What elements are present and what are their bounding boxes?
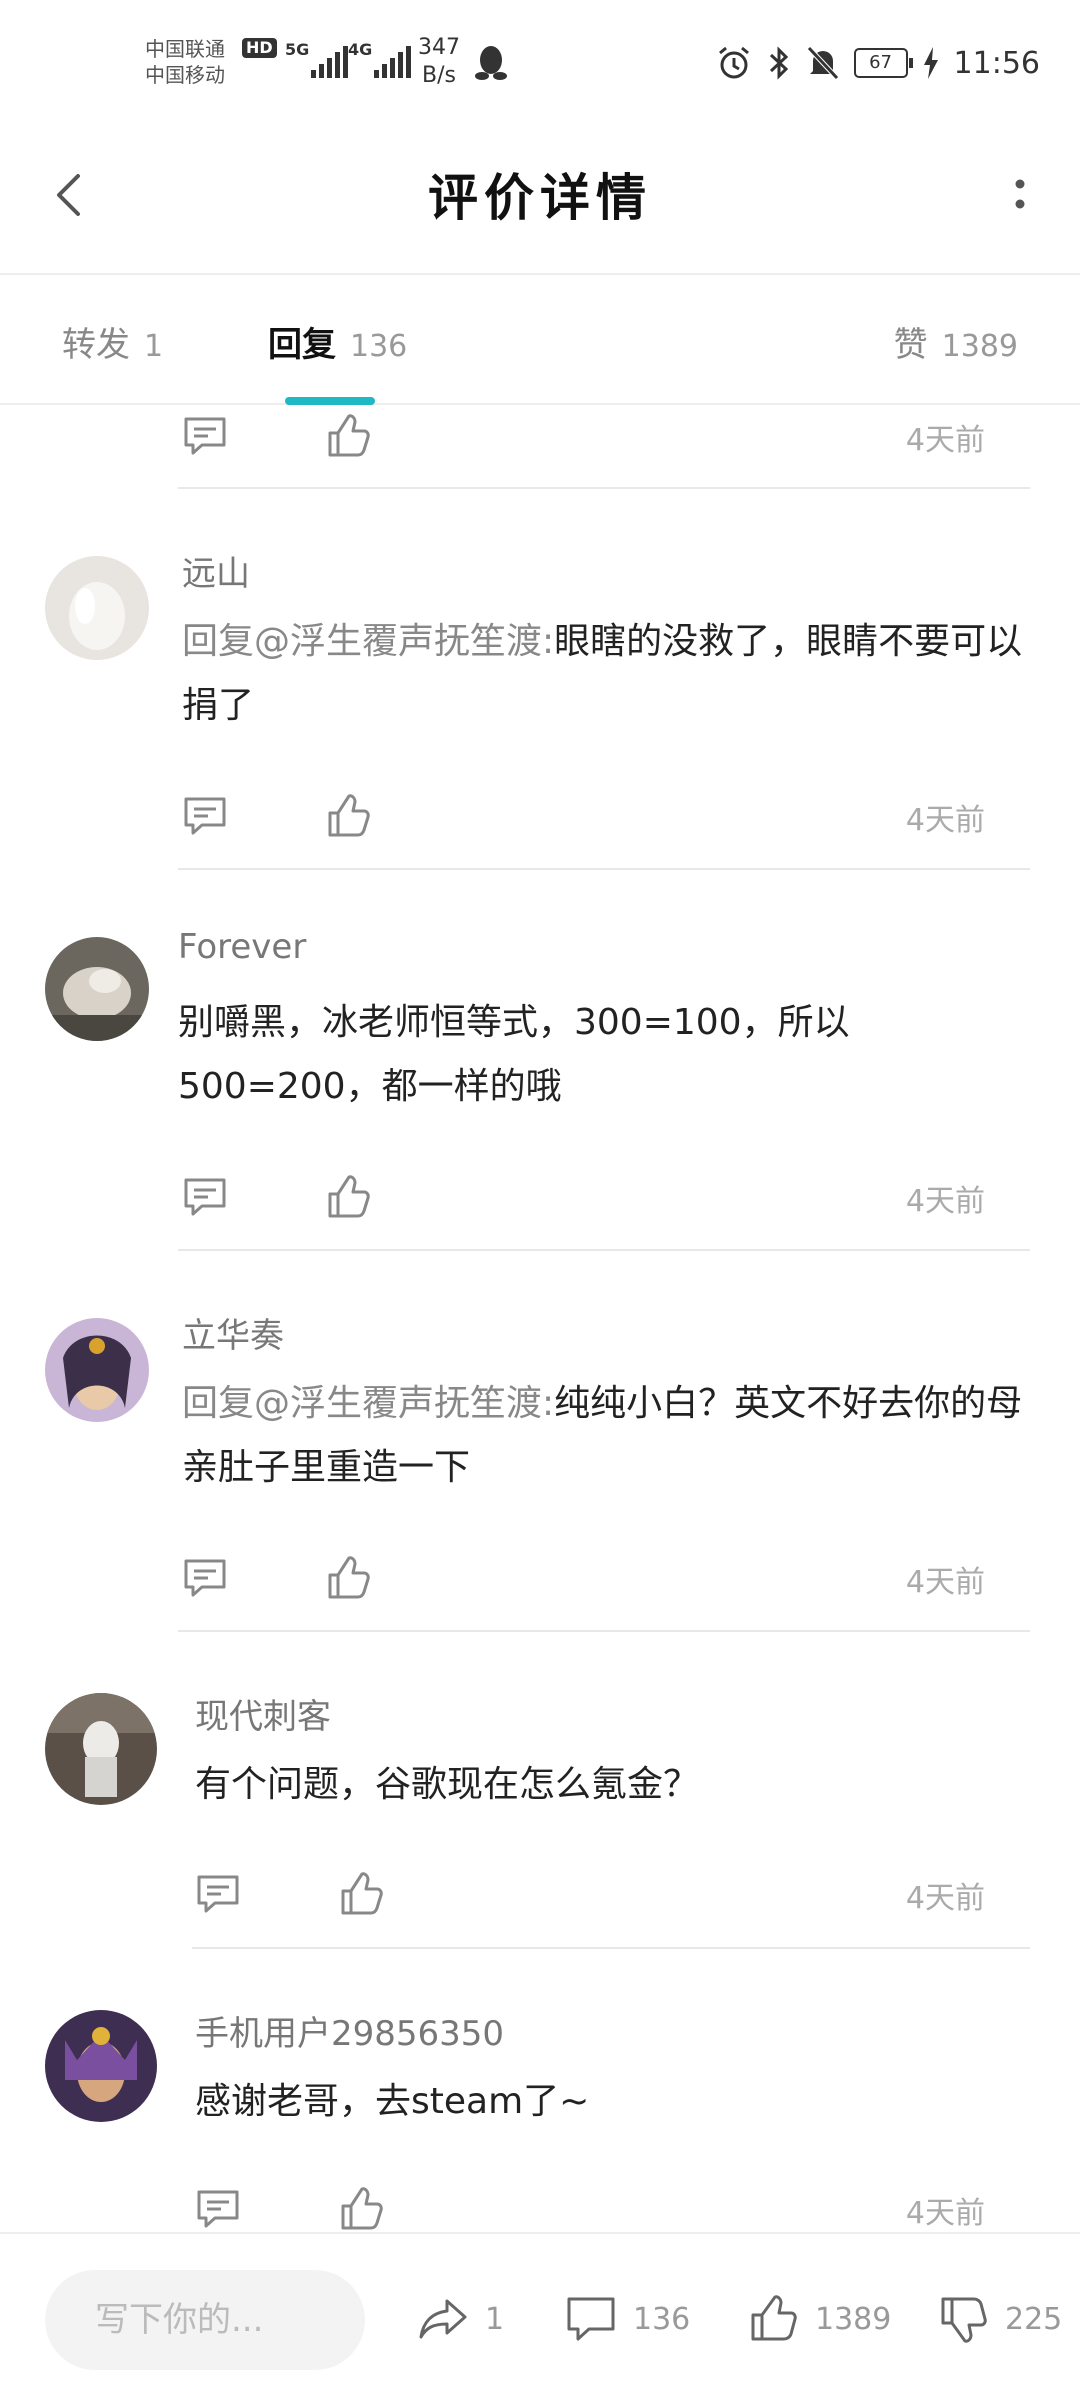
mute-icon (806, 46, 839, 80)
comment-author[interactable]: 远山 (182, 546, 250, 595)
tab-reply-count: 136 (350, 329, 408, 364)
page-title: 评价详情 (428, 169, 652, 227)
comment-body: 有个问题，谷歌现在怎么氪金？ (195, 1764, 700, 1805)
divider (178, 868, 1030, 870)
header: 评价详情 (0, 130, 1080, 275)
more-options-icon[interactable] (990, 160, 1050, 230)
tab-like[interactable]: 赞 1389 (894, 317, 1018, 366)
comment-time: 4天前 (905, 1881, 985, 1916)
carrier-info: 中国联通 中国移动 (145, 36, 225, 88)
comment-author[interactable]: 立华奏 (182, 1308, 284, 1357)
action-row: 4天前 (0, 1865, 1080, 1925)
tab-reply-label: 回复 (268, 325, 336, 365)
tab-repost-count: 1 (144, 329, 164, 364)
carrier-2: 中国移动 (145, 63, 225, 87)
tab-repost-label: 转发 (62, 325, 130, 365)
share-count: 1 (485, 2301, 505, 2337)
tab-indicator (285, 397, 375, 405)
avatar[interactable] (45, 556, 149, 660)
alarm-icon (718, 46, 749, 79)
comment-time: 4天前 (905, 803, 985, 838)
dislike-button[interactable]: 225 (935, 2284, 1062, 2354)
avatar[interactable] (45, 1693, 157, 1805)
qq-icon (475, 46, 507, 80)
comment-time: 4天前 (905, 1565, 985, 1600)
like-icon[interactable] (335, 2184, 385, 2232)
reply-icon[interactable] (180, 791, 230, 841)
battery-icon: 67 (853, 48, 913, 78)
comment-body: 别嚼黑，冰老师恒等式，300=100，所以500=200，都一样的哦 (178, 1002, 850, 1107)
divider (192, 1947, 1030, 1949)
comment-text: 感谢老哥，去steam了~ (195, 2070, 1030, 2134)
comment-text: 回复@浮生覆声抚笙渡:眼瞎的没救了，眼睛不要可以捐了 (182, 610, 1030, 738)
like-icon[interactable] (322, 1553, 372, 1603)
dislike-count: 225 (1005, 2301, 1063, 2337)
net-speed-unit: B/s (422, 63, 456, 88)
share-button[interactable]: 1 (415, 2284, 504, 2354)
like-count: 1389 (815, 2301, 892, 2337)
avatar[interactable] (45, 1318, 149, 1422)
comment-body: 感谢老哥，去steam了~ (195, 2081, 590, 2122)
thumbs-down-icon (941, 2297, 987, 2343)
action-row: 4天前 (0, 1168, 1080, 1228)
carrier-1: 中国联通 (145, 37, 225, 61)
action-row: 4天前 (0, 787, 1080, 847)
action-row: 4天前 (0, 1549, 1080, 1609)
reply-icon[interactable] (180, 1172, 230, 1222)
net-speed-value: 347 (418, 35, 460, 60)
comment-time: 4天前 (905, 423, 985, 458)
reply-icon[interactable] (193, 2184, 243, 2232)
like-icon[interactable] (322, 791, 372, 841)
hd-badge: HD (242, 38, 277, 58)
divider (178, 487, 1030, 489)
comment-author[interactable]: Forever (178, 927, 306, 967)
charging-icon (923, 47, 938, 79)
divider (178, 1249, 1030, 1251)
comment-text: 回复@浮生覆声抚笙渡:纯纯小白？英文不好去你的母亲肚子里重造一下 (182, 1372, 1030, 1500)
mention-link[interactable]: 回复@浮生覆声抚笙渡: (182, 1383, 554, 1424)
like-icon[interactable] (335, 1869, 385, 1919)
reply-icon[interactable] (193, 1869, 243, 1919)
bottom-bar: 写下你的... 1 136 1389 225 (0, 2232, 1080, 2400)
tab-bar: 转发 1 回复 136 赞 1389 (0, 277, 1080, 405)
comment-list[interactable]: 4天前 远山 回复@浮生覆声抚笙渡:眼瞎的没救了，眼睛不要可以捐了 4天前 Fo… (0, 407, 1080, 2232)
comment-time: 4天前 (905, 1184, 985, 1219)
tab-like-count: 1389 (941, 329, 1018, 364)
signal-bars-icon (311, 44, 348, 78)
comment-icon (567, 2297, 615, 2341)
status-bar: 中国联通 中国移动 HD 5G 4G 347 B/s 67 11:56 (0, 0, 1080, 130)
comment-button[interactable]: 136 (563, 2284, 690, 2354)
bluetooth-icon (769, 46, 788, 80)
tab-reply[interactable]: 回复 136 (268, 317, 407, 366)
comment-author[interactable]: 手机用户29856350 (195, 2006, 504, 2055)
like-button[interactable]: 1389 (745, 2284, 891, 2354)
like-icon[interactable] (322, 1172, 372, 1222)
status-right: 67 11:56 (716, 42, 1040, 84)
action-row: 4天前 (0, 407, 1080, 467)
comment-text: 别嚼黑，冰老师恒等式，300=100，所以500=200，都一样的哦 (178, 991, 1030, 1119)
mention-link[interactable]: 回复@浮生覆声抚笙渡: (182, 621, 554, 662)
like-icon[interactable] (322, 411, 372, 461)
thumbs-up-icon (751, 2295, 797, 2341)
divider (178, 1630, 1030, 1632)
comment-time: 4天前 (905, 2196, 985, 2231)
clock: 11:56 (953, 45, 1040, 81)
net-5g-label: 5G (285, 40, 310, 59)
action-row: 4天前 (0, 2180, 1080, 2232)
comment-author[interactable]: 现代刺客 (195, 1689, 331, 1738)
net-4g-label: 4G (348, 40, 373, 59)
tab-like-label: 赞 (893, 325, 928, 365)
avatar[interactable] (45, 937, 149, 1041)
comment-count: 136 (633, 2301, 691, 2337)
reply-icon[interactable] (180, 1553, 230, 1603)
reply-icon[interactable] (180, 411, 230, 461)
avatar[interactable] (45, 2010, 157, 2122)
share-icon (419, 2299, 467, 2339)
tab-repost[interactable]: 转发 1 (62, 317, 163, 366)
signal-bars-icon (374, 44, 411, 78)
net-speed: 347 B/s (418, 34, 460, 90)
comment-text: 有个问题，谷歌现在怎么氪金？ (195, 1753, 1030, 1817)
comment-input[interactable]: 写下你的... (45, 2270, 365, 2370)
